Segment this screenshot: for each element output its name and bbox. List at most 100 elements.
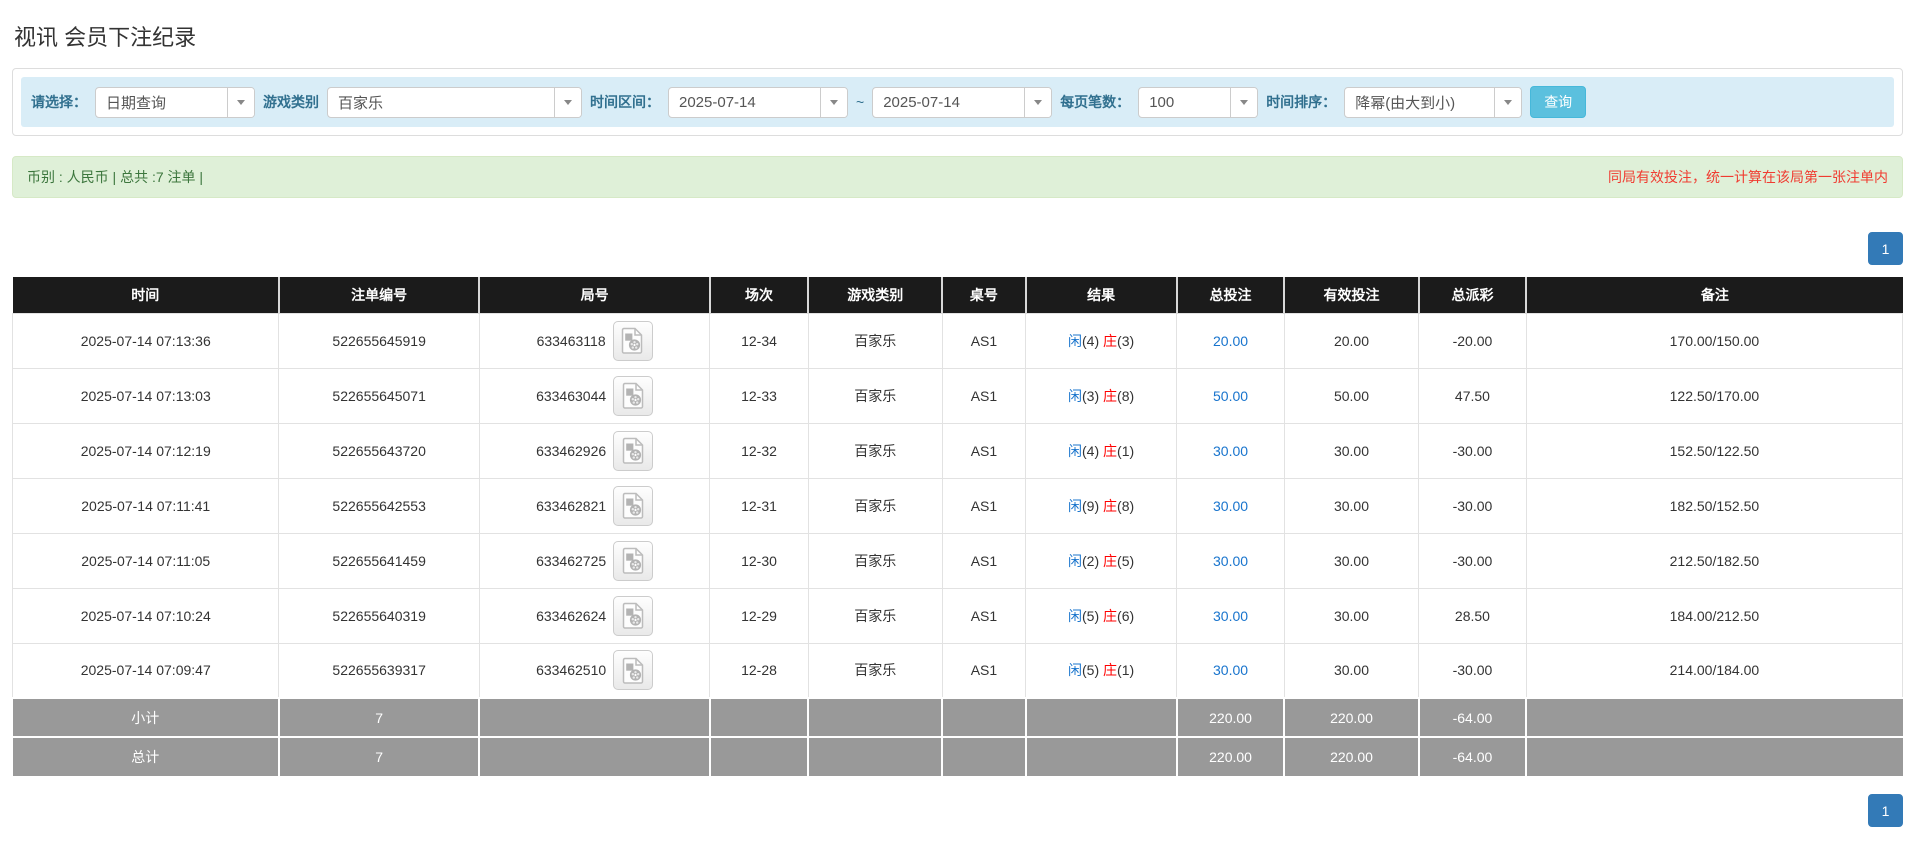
chevron-down-icon[interactable]: [820, 87, 847, 117]
video-playback-button[interactable]: [613, 595, 654, 636]
chevron-down-icon[interactable]: [1494, 87, 1522, 117]
column-header-11: 备注: [1525, 277, 1903, 313]
video-record-icon: [621, 327, 643, 354]
date-range-label: 时间区间：: [590, 94, 660, 110]
column-header-6: 桌号: [941, 277, 1026, 313]
round-id: 633462510: [536, 662, 607, 679]
total-bet-cell: 30.00: [1176, 477, 1285, 534]
date-separator: ~: [856, 94, 865, 110]
table-row: 2025-07-14 07:10:24 522655640319 633462624…: [11, 587, 1904, 644]
result-banker-label: 庄: [1103, 552, 1118, 569]
chevron-down-icon[interactable]: [227, 87, 254, 117]
total-bet-cell: 30.00: [1176, 642, 1285, 699]
video-playback-button[interactable]: [612, 320, 653, 361]
result-player-score: (5): [1082, 607, 1100, 624]
column-header-8: 总投注: [1175, 277, 1285, 313]
video-playback-button[interactable]: [613, 485, 654, 526]
video-record-icon: [622, 437, 643, 464]
video-playback-button[interactable]: [613, 650, 654, 691]
time-cell: 2025-07-14 07:13:36: [11, 312, 280, 369]
column-header-1: 时间: [12, 277, 279, 313]
remark-cell: 182.50/152.50: [1525, 477, 1904, 534]
total-row-table-empty: [941, 736, 1026, 776]
total-bet-link[interactable]: 20.00: [1213, 333, 1248, 349]
date-from-select[interactable]: 2025-07-14: [668, 86, 848, 118]
column-header-2: 注单编号: [277, 277, 480, 313]
video-playback-button[interactable]: [613, 430, 654, 471]
total-bet-link[interactable]: 30.00: [1213, 443, 1248, 459]
video-playback-button[interactable]: [613, 540, 654, 581]
payout-cell: -30.00: [1418, 477, 1527, 534]
round-cell: 633462624: [478, 587, 711, 644]
subtotal-row: 小计 7 220.00 220.00 -64.00: [12, 697, 1903, 737]
table-row: 2025-07-14 07:12:19 522655643720 633462926…: [11, 422, 1904, 479]
payout-cell: 47.50: [1418, 367, 1527, 424]
round-cell: 633463118: [478, 312, 711, 369]
result-banker-score: (5): [1117, 552, 1135, 569]
subtotal-row-remark: [1525, 697, 1903, 737]
remark-cell: 170.00/150.00: [1525, 312, 1904, 369]
result-cell: 闲(9) 庄(8): [1024, 477, 1178, 534]
valid-bet-cell: 30.00: [1283, 422, 1420, 479]
query-type-label: 请选择：: [31, 94, 87, 110]
total-bet-cell: 30.00: [1176, 587, 1285, 644]
chevron-down-icon[interactable]: [1024, 87, 1052, 117]
result-banker-label: 庄: [1103, 497, 1118, 514]
result-cell: 闲(2) 庄(5): [1024, 532, 1178, 589]
pagination-page-1[interactable]: 1: [1868, 232, 1903, 265]
date-to-select[interactable]: 2025-07-14: [872, 86, 1053, 118]
game-type-select[interactable]: 百家乐: [327, 86, 582, 118]
total-bet-link[interactable]: 30.00: [1213, 662, 1248, 678]
result-player-label: 闲: [1068, 607, 1083, 624]
payout-cell: -30.00: [1418, 532, 1527, 589]
subtotal-row-count: 7: [277, 697, 480, 737]
remark-cell: 122.50/170.00: [1525, 367, 1904, 424]
table-row: 2025-07-14 07:11:05 522655641459 633462725…: [11, 532, 1904, 589]
table-row: 2025-07-14 07:09:47 522655639317 633462510…: [11, 642, 1904, 699]
total-row-round-empty: [478, 736, 710, 776]
valid-bet-cell: 30.00: [1283, 642, 1420, 699]
total-bet-link[interactable]: 30.00: [1213, 498, 1248, 514]
subtotal-row-round-empty: [478, 697, 710, 737]
result-player-label: 闲: [1068, 497, 1083, 514]
result-cell: 闲(4) 庄(1): [1024, 422, 1178, 479]
table-row: 2025-07-14 07:13:36 522655645919 633463118…: [11, 312, 1904, 369]
pagination-page-1[interactable]: 1: [1868, 794, 1903, 827]
remark-cell: 152.50/122.50: [1525, 422, 1904, 479]
time-cell: 2025-07-14 07:09:47: [11, 642, 280, 699]
round-cell: 633463044: [478, 367, 711, 424]
payout-cell: 28.50: [1418, 587, 1527, 644]
round-id: 633463118: [536, 332, 606, 349]
video-playback-button[interactable]: [613, 375, 654, 416]
result-player-score: (9): [1082, 497, 1100, 514]
result-banker-score: (1): [1117, 442, 1135, 459]
subtotal-row-table-empty: [941, 697, 1026, 737]
video-record-icon: [622, 657, 643, 684]
subtotal-row-session-empty: [708, 697, 809, 737]
page-size-select[interactable]: 100: [1138, 86, 1259, 118]
payout-cell: -30.00: [1418, 642, 1527, 699]
chevron-down-icon[interactable]: [1230, 87, 1258, 117]
column-header-9: 有效投注: [1283, 277, 1419, 313]
date-to-value: 2025-07-14: [883, 93, 960, 111]
result-player-label: 闲: [1068, 332, 1083, 349]
sort-order-select[interactable]: 降幂(由大到小): [1344, 86, 1523, 118]
result-player-score: (3): [1082, 387, 1100, 404]
search-button[interactable]: 查询: [1530, 86, 1587, 118]
bet-id-cell: 522655642553: [278, 477, 480, 534]
result-banker-label: 庄: [1103, 607, 1118, 624]
page-size-value: 100: [1149, 93, 1175, 111]
chevron-down-icon[interactable]: [554, 87, 581, 117]
column-header-4: 场次: [708, 277, 809, 313]
column-header-5: 游戏类别: [807, 277, 943, 313]
time-cell: 2025-07-14 07:11:05: [11, 532, 280, 589]
result-banker-label: 庄: [1103, 387, 1118, 404]
result-player-score: (4): [1082, 332, 1100, 349]
bet-table-foot: 小计 7 220.00 220.00 -64.00 总计 7 220.00 220.00 -64.…: [12, 697, 1903, 776]
total-bet-link[interactable]: 50.00: [1213, 388, 1248, 404]
total-bet-link[interactable]: 30.00: [1213, 608, 1248, 624]
game-type-cell: 百家乐: [807, 587, 943, 644]
total-bet-link[interactable]: 30.00: [1213, 553, 1248, 569]
query-type-select[interactable]: 日期查询: [95, 86, 255, 118]
time-cell: 2025-07-14 07:10:24: [11, 587, 280, 644]
